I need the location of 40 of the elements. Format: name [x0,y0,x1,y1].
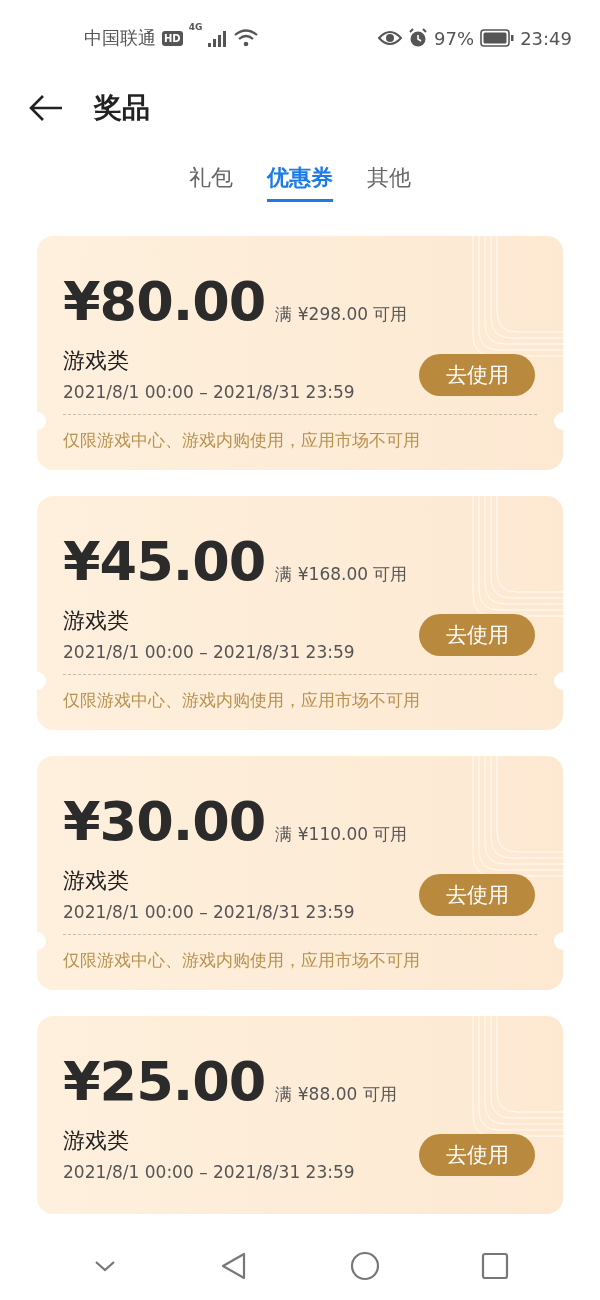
network-type: 4G [188,22,203,32]
validity-period: 2021/8/1 00:00 – 2021/8/31 23:59 [63,642,356,662]
hd-badge: HD [162,30,183,46]
coupon-amount: ¥80.00 [63,272,266,332]
use-button[interactable]: 去使用 [419,874,535,916]
home-icon[interactable] [349,1251,380,1281]
usage-note: 仅限游戏中心、游戏内购使用，应用市场不可用 [63,429,420,452]
alarm-icon [408,28,429,48]
validity-period: 2021/8/1 00:00 – 2021/8/31 23:59 [63,1162,356,1182]
usage-condition: 满 ¥298.00 可用 [275,303,408,326]
usage-condition: 满 ¥168.00 可用 [275,563,408,586]
coupon-category: 游戏类 [63,1127,130,1155]
use-button[interactable]: 去使用 [419,614,535,656]
tab[interactable]: 其他 [367,162,411,202]
carrier-name: 中国联通 [84,26,156,50]
coupon-amount: ¥30.00 [63,792,266,852]
validity-period: 2021/8/1 00:00 – 2021/8/31 23:59 [63,382,356,402]
validity-period: 2021/8/1 00:00 – 2021/8/31 23:59 [63,902,356,922]
coupon-category: 游戏类 [63,867,130,895]
use-button[interactable]: 去使用 [419,354,535,396]
usage-note: 仅限游戏中心、游戏内购使用，应用市场不可用 [63,949,420,972]
battery-percent: 97% [434,27,475,49]
tab[interactable]: 礼包 [189,162,233,202]
coupon-category: 游戏类 [63,347,130,375]
battery-icon [480,29,515,47]
usage-condition: 满 ¥110.00 可用 [275,823,408,846]
wifi-icon [234,29,259,47]
clock-time: 23:49 [520,27,572,49]
coupon-category: 游戏类 [63,607,130,635]
eye-icon [378,30,403,46]
usage-note: 仅限游戏中心、游戏内购使用，应用市场不可用 [63,689,420,712]
coupon-amount: ¥25.00 [63,1052,266,1112]
use-button[interactable]: 去使用 [419,1134,535,1176]
page-title: 奖品 [94,90,150,126]
coupon-amount: ¥45.00 [63,532,266,592]
tab[interactable]: 优惠券 [267,162,333,202]
signal-icon [208,29,229,47]
usage-condition: 满 ¥88.00 可用 [275,1083,397,1106]
back-arrow-icon[interactable] [28,94,64,122]
recent-apps-icon[interactable] [481,1252,510,1280]
